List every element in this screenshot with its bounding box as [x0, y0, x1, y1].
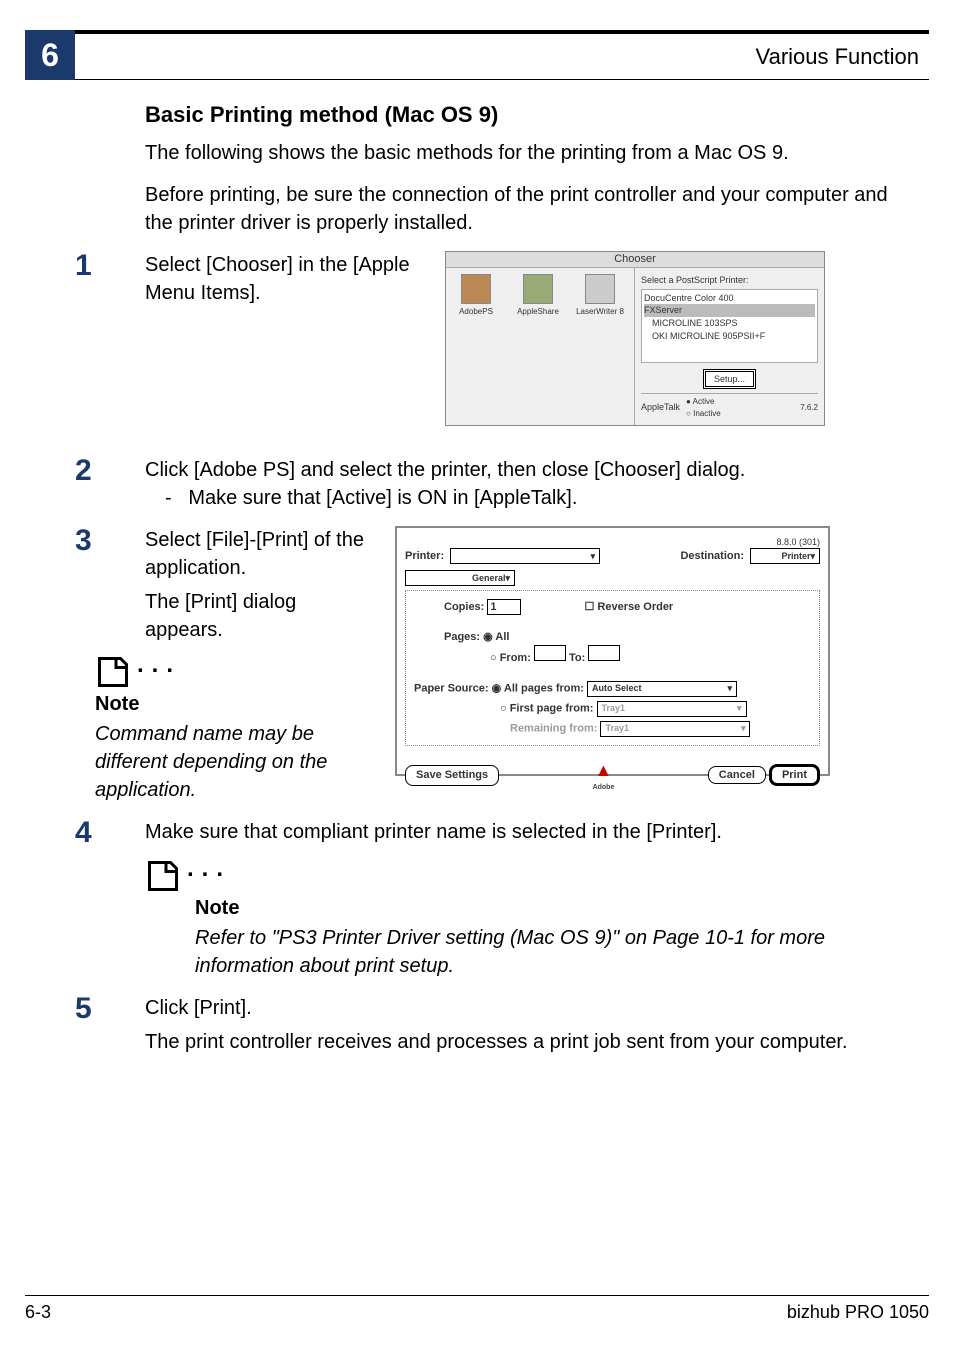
- save-settings-button[interactable]: Save Settings: [405, 765, 499, 786]
- step-2-sub: - Make sure that [Active] is ON in [Appl…: [165, 484, 894, 512]
- footer-page-number: 6-3: [25, 1302, 51, 1323]
- header-title: Various Function: [756, 44, 919, 70]
- note-dots: ...: [187, 852, 231, 886]
- first-page-dropdown[interactable]: Tray1▾: [597, 701, 747, 717]
- chooser-printer-2[interactable]: FXServer: [644, 304, 815, 317]
- all-pages-dropdown[interactable]: Auto Select▾: [587, 681, 737, 697]
- all-pages-from-radio[interactable]: ◉ All pages from:: [492, 682, 584, 694]
- pages-label: Pages:: [444, 631, 480, 643]
- chooser-title: Chooser: [446, 252, 824, 268]
- step-1: 1 Select [Chooser] in the [Apple Menu It…: [145, 251, 894, 426]
- step-5-line2: The print controller receives and proces…: [145, 1028, 894, 1056]
- cancel-button[interactable]: Cancel: [708, 766, 766, 784]
- remaining-dropdown[interactable]: Tray1▾: [600, 721, 750, 737]
- note-1: ... Note Command name may be different d…: [95, 654, 375, 804]
- printer-label: Printer:: [405, 549, 444, 564]
- step-2-number: 2: [75, 456, 145, 512]
- chooser-setup-button[interactable]: Setup...: [703, 369, 756, 390]
- note-dots: ...: [137, 648, 181, 682]
- appletalk-label: AppleTalk: [641, 401, 680, 414]
- appletalk-inactive-radio[interactable]: ○ Inactive: [686, 408, 721, 419]
- chooser-printer-3[interactable]: MICROLINE 103SPS: [644, 317, 815, 330]
- footer-product-name: bizhub PRO 1050: [787, 1302, 929, 1323]
- note-1-label: Note: [95, 690, 375, 718]
- step-1-text: Select [Chooser] in the [Apple Menu Item…: [145, 251, 425, 307]
- first-page-from-radio[interactable]: ○ First page from:: [500, 702, 593, 714]
- copies-label: Copies:: [444, 601, 484, 613]
- destination-dropdown[interactable]: Printer ▾: [750, 548, 820, 564]
- pages-to-input[interactable]: [588, 645, 620, 661]
- print-dialog-version: 8.8.0 (301): [405, 536, 820, 549]
- step-5-line1: Click [Print].: [145, 994, 894, 1022]
- step-2-text: Click [Adobe PS] and select the printer,…: [145, 456, 894, 484]
- remaining-from-label: Remaining from:: [510, 722, 597, 734]
- chooser-select-label: Select a PostScript Printer:: [641, 274, 818, 287]
- section-heading: Basic Printing method (Mac OS 9): [145, 100, 894, 131]
- chooser-adobeps-icon[interactable]: AdobePS: [452, 274, 500, 317]
- chooser-printer-1[interactable]: DocuCentre Color 400: [644, 292, 815, 305]
- print-button[interactable]: Print: [769, 764, 820, 786]
- chooser-version: 7.6.2: [800, 402, 818, 413]
- page-footer: 6-3 bizhub PRO 1050: [25, 1295, 929, 1323]
- print-dialog-screenshot: 8.8.0 (301) Printer: ▾ Destination: Prin…: [395, 526, 830, 776]
- destination-label: Destination:: [680, 549, 744, 564]
- adobe-logo: ▲Adobe: [593, 758, 615, 793]
- reverse-order-checkbox[interactable]: ☐ Reverse Order: [584, 601, 673, 613]
- step-3-line2: The [Print] dialog appears.: [145, 588, 375, 644]
- note-1-text: Command name may be different depending …: [95, 720, 375, 804]
- pages-from-input[interactable]: [534, 645, 566, 661]
- paper-source-label: Paper Source:: [414, 682, 489, 694]
- tab-dropdown[interactable]: General ▾: [405, 570, 515, 586]
- step-1-number: 1: [75, 251, 145, 426]
- intro-paragraph-1: The following shows the basic methods fo…: [145, 139, 894, 167]
- chooser-printer-4[interactable]: OKI MICROLINE 905PSII+F: [644, 330, 815, 343]
- chooser-dialog-screenshot: Chooser AdobePS AppleShare LaserWriter 8…: [445, 251, 825, 426]
- step-4-number: 4: [75, 818, 145, 848]
- chooser-appleshare-icon[interactable]: AppleShare: [514, 274, 562, 317]
- pages-to-label: To:: [569, 652, 585, 664]
- appletalk-active-radio[interactable]: ● Active: [686, 396, 721, 407]
- header-bar: Various Function: [25, 30, 929, 80]
- printer-dropdown[interactable]: ▾: [450, 548, 600, 564]
- chapter-tab: 6: [25, 30, 75, 80]
- step-3-line1: Select [File]-[Print] of the application…: [145, 526, 375, 582]
- step-5: 5 Click [Print]. The print controller re…: [145, 994, 894, 1056]
- document-page: Various Function 6 Basic Printing method…: [0, 0, 954, 1358]
- note-2-label: Note: [195, 894, 894, 922]
- step-4-text: Make sure that compliant printer name is…: [145, 818, 894, 848]
- chooser-laserwriter-icon[interactable]: LaserWriter 8: [576, 274, 624, 317]
- step-4: 4 Make sure that compliant printer name …: [145, 818, 894, 848]
- content-area: Basic Printing method (Mac OS 9) The fol…: [145, 100, 894, 1056]
- note-2-text: Refer to "PS3 Printer Driver setting (Ma…: [195, 924, 894, 980]
- note-2: ... Note Refer to "PS3 Printer Driver se…: [145, 858, 894, 980]
- chooser-icon-list: AdobePS AppleShare LaserWriter 8: [446, 268, 635, 425]
- step-3: 3 Select [File]-[Print] of the applicati…: [145, 526, 894, 804]
- note-icon: [145, 858, 181, 894]
- dialog-button-row: Save Settings ▲Adobe Cancel Print: [405, 758, 820, 793]
- pages-all-radio[interactable]: ◉ All: [483, 631, 509, 643]
- note-icon: [95, 654, 131, 690]
- pages-from-radio[interactable]: ○ From:: [490, 652, 531, 664]
- step-2: 2 Click [Adobe PS] and select the printe…: [145, 456, 894, 512]
- step-5-number: 5: [75, 994, 145, 1056]
- intro-paragraph-2: Before printing, be sure the connection …: [145, 181, 894, 237]
- copies-input[interactable]: 1: [487, 599, 521, 615]
